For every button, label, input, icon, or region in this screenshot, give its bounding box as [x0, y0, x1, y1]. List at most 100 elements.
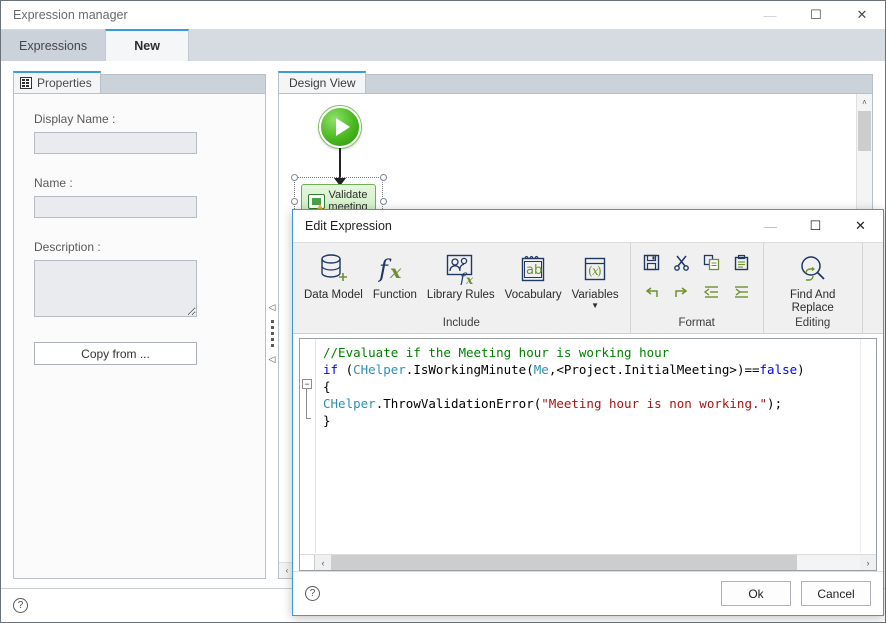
fold-guide-line	[306, 389, 307, 419]
function-button[interactable]: f x Function	[368, 247, 422, 304]
undo-button[interactable]	[637, 277, 667, 307]
expression-code-text[interactable]: //Evaluate if the Meeting hour is workin…	[317, 339, 859, 553]
data-model-button[interactable]: Data Model	[299, 247, 368, 304]
redo-button[interactable]	[667, 277, 697, 307]
properties-panel: Properties Display Name : Name : Descrip…	[13, 71, 266, 579]
library-rules-button[interactable]: f x Library Rules	[422, 247, 500, 304]
properties-grid-icon	[20, 77, 32, 89]
svg-text:ab: ab	[526, 263, 542, 278]
properties-form: Display Name : Name : Description : Copy…	[13, 93, 266, 579]
ribbon-group-include: Data Model f x Function f x Library Rule…	[293, 243, 630, 333]
play-triangle-icon	[335, 118, 350, 136]
main-titlebar: Expression manager — ☐ ✕	[1, 1, 885, 29]
ribbon-group-format: Format	[629, 243, 763, 333]
dialog-maximize-button[interactable]: ☐	[793, 211, 838, 242]
indent-button[interactable]	[727, 277, 757, 307]
svg-text:x: x	[389, 261, 402, 283]
splitter-collapse-top-icon[interactable]: ◁	[269, 302, 276, 312]
panel-splitter[interactable]: ◁ ◁	[266, 93, 278, 573]
tab-design-view[interactable]: Design View	[278, 71, 367, 93]
editor-scroll-right-icon[interactable]: ›	[860, 558, 876, 568]
find-and-replace-button[interactable]: Find And Replace	[770, 247, 856, 317]
design-view-tab-filler	[366, 74, 873, 93]
properties-tab-row: Properties	[13, 71, 266, 93]
name-input[interactable]	[34, 196, 197, 218]
find-and-replace-button-label: Find And Replace	[789, 289, 836, 314]
code-line: }	[323, 413, 331, 428]
description-label: Description :	[34, 240, 101, 254]
editor-scroll-left-icon[interactable]: ‹	[315, 558, 331, 568]
editor-hscroll-track[interactable]	[331, 555, 860, 570]
dialog-titlebar: Edit Expression — ☐ ✕	[293, 210, 883, 242]
design-view-tab-row: Design View	[278, 71, 873, 93]
splitter-collapse-bottom-icon[interactable]: ◁	[269, 354, 276, 364]
cancel-button[interactable]: Cancel	[801, 581, 871, 606]
paste-clipboard-icon	[733, 254, 750, 271]
design-canvas-vscroll-thumb[interactable]	[858, 111, 871, 151]
copy-icon	[703, 254, 720, 271]
minimize-button[interactable]: —	[747, 1, 793, 29]
splitter-grip-icon	[270, 319, 274, 347]
scroll-up-icon[interactable]: ˄	[857, 94, 872, 110]
ok-button[interactable]: Ok	[721, 581, 791, 606]
cut-button[interactable]	[667, 247, 697, 277]
redo-arrow-icon	[673, 284, 690, 301]
save-floppy-icon	[643, 254, 660, 271]
copy-button[interactable]	[697, 247, 727, 277]
copy-from-button[interactable]: Copy from ...	[34, 342, 197, 365]
code-line: CHelper.ThrowValidationError("Meeting ho…	[323, 396, 783, 411]
editor-hscroll-thumb[interactable]	[331, 555, 797, 570]
editor-hscrollbar[interactable]: ‹ ›	[300, 554, 876, 570]
tab-new[interactable]: New	[105, 29, 190, 61]
dialog-footer: ? Ok Cancel	[293, 571, 883, 615]
description-input[interactable]	[34, 260, 197, 317]
save-button[interactable]	[637, 247, 667, 277]
dialog-title: Edit Expression	[305, 219, 392, 233]
resize-handle-tl[interactable]	[291, 174, 298, 181]
variables-button[interactable]: ( x ) Variables ▼	[567, 247, 624, 312]
tab-expressions[interactable]: Expressions	[1, 30, 106, 61]
chevron-down-icon[interactable]: ▼	[591, 302, 599, 310]
dialog-close-button[interactable]: ✕	[838, 211, 883, 242]
editor-scroll-grip[interactable]	[300, 555, 315, 570]
outdent-icon	[703, 284, 720, 301]
dialog-help-icon[interactable]: ?	[305, 586, 320, 601]
vocabulary-button-label: Vocabulary	[504, 289, 562, 301]
dialog-minimize-button[interactable]: —	[748, 211, 793, 242]
function-button-label: Function	[372, 289, 417, 301]
resize-handle-ml[interactable]	[291, 198, 298, 205]
main-window-title: Expression manager	[13, 8, 128, 22]
ribbon-group-format-label: Format	[678, 317, 715, 329]
svg-text:x: x	[465, 273, 474, 285]
code-line: if (CHelper.IsWorkingMinute(Me,<Project.…	[323, 362, 805, 377]
resize-handle-mr[interactable]	[380, 198, 387, 205]
code-line: {	[323, 379, 331, 394]
fold-guide-foot	[306, 418, 311, 419]
help-icon[interactable]: ?	[13, 598, 28, 613]
expression-editor[interactable]: − //Evaluate if the Meeting hour is work…	[299, 338, 877, 571]
outdent-button[interactable]	[697, 277, 727, 307]
dialog-ribbon: Data Model f x Function f x Library Rule…	[293, 242, 883, 334]
ribbon-group-editing-label: Editing	[795, 317, 831, 329]
editor-vscrollbar[interactable]	[860, 339, 876, 553]
start-node[interactable]	[319, 106, 361, 148]
paste-button[interactable]	[727, 247, 757, 277]
dialog-window-controls: — ☐ ✕	[748, 211, 883, 242]
code-line: //Evaluate if the Meeting hour is workin…	[323, 345, 670, 360]
editor-gutter[interactable]: −	[300, 339, 316, 553]
fold-toggle-icon[interactable]: −	[302, 379, 312, 389]
maximize-button[interactable]: ☐	[793, 1, 839, 29]
find-replace-magnifier-icon	[796, 249, 830, 289]
library-rules-button-label: Library Rules	[426, 289, 495, 301]
resize-handle-tr[interactable]	[380, 174, 387, 181]
display-name-input[interactable]	[34, 132, 197, 154]
close-button[interactable]: ✕	[839, 1, 885, 29]
vocabulary-button[interactable]: ab Vocabulary	[500, 247, 567, 304]
indent-icon	[733, 284, 750, 301]
database-add-icon	[318, 249, 348, 289]
edit-expression-dialog: Edit Expression — ☐ ✕ Data Model f x Fun…	[292, 209, 884, 616]
variables-icon: ( x )	[581, 249, 609, 289]
main-tab-strip: Expressions New	[1, 29, 885, 61]
tab-properties[interactable]: Properties	[13, 71, 101, 93]
ribbon-empty-area	[861, 243, 883, 333]
